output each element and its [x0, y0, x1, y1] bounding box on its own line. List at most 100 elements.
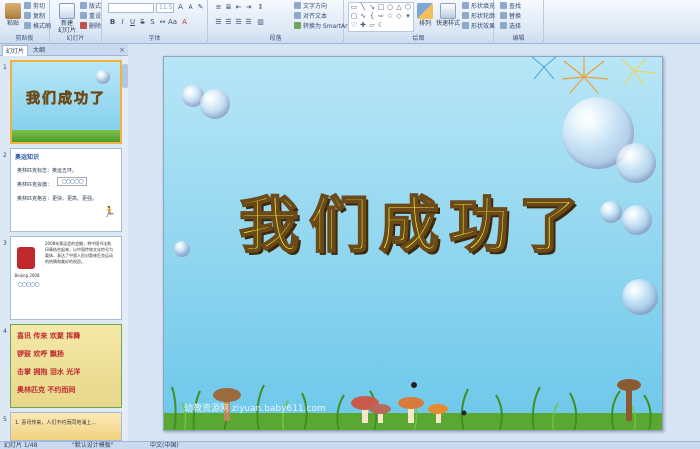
rectangle-shape-icon[interactable]: □	[377, 4, 385, 11]
tab-slides[interactable]: 幻灯片	[2, 45, 29, 56]
tab-outline[interactable]: 大纲	[30, 45, 48, 56]
brace-shape-icon[interactable]: {	[368, 13, 376, 20]
pane-scrollbar[interactable]	[122, 56, 128, 441]
slides-label: 幻灯片	[66, 35, 85, 42]
current-slide[interactable]: 我们成功了 幼教资源网 ziyuan.baby611.com	[163, 56, 663, 431]
align-right-button[interactable]: ☰	[234, 18, 243, 27]
align-text-button[interactable]: 对齐文本	[294, 12, 327, 21]
paragraph-label: 段落	[269, 35, 282, 42]
thumb-line: 奥林匹克标志：奥运五环。	[17, 168, 78, 174]
clear-format-button[interactable]: ✎	[196, 3, 205, 12]
shapes-gallery[interactable]: ▭ ╲ ↘ □ ○ △ ⬡ ▢ ∿ { ⇨ ☆ ◇ ▾ ♡ ✚ ▱ ☾	[348, 2, 414, 32]
increase-indent-button[interactable]: ⇥	[244, 3, 253, 12]
line-spacing-button[interactable]: ↕	[256, 3, 265, 12]
slide-thumbnail-2[interactable]: 奥运知识 奥林匹克标志：奥运五环。 奥林匹克会旗： ○○○○○ 奥林匹克格言：更…	[10, 148, 122, 232]
arrow-shape-icon[interactable]: ↘	[368, 4, 376, 11]
bold-button[interactable]: B	[108, 18, 117, 27]
scissors-icon	[24, 2, 31, 9]
align-left-button[interactable]: ☰	[214, 18, 223, 27]
rounded-rect-shape-icon[interactable]: ▢	[350, 13, 358, 20]
bullets-button[interactable]: ≡	[214, 3, 223, 12]
cursor-icon	[500, 22, 507, 29]
cut-button[interactable]: 剪切	[24, 2, 45, 11]
paste-icon	[5, 3, 21, 19]
shape-fill-button[interactable]: 形状填充	[462, 2, 495, 11]
star-shape-icon[interactable]: ☆	[386, 13, 394, 20]
paste-button[interactable]: 粘贴	[2, 3, 24, 33]
strikethrough-button[interactable]: S	[138, 18, 147, 27]
shrink-font-button[interactable]: A	[186, 3, 195, 12]
text-direction-button[interactable]: 文字方向	[294, 2, 327, 11]
thumb-bubble	[96, 70, 110, 84]
numbering-button[interactable]: ≣	[224, 3, 233, 12]
cross-shape-icon[interactable]: ✚	[359, 22, 367, 29]
font-name-combo[interactable]	[108, 3, 154, 13]
triangle-shape-icon[interactable]: △	[395, 4, 403, 11]
slide-editor: 我们成功了 幼教资源网 ziyuan.baby611.com	[129, 44, 700, 441]
columns-button[interactable]: ▥	[256, 18, 265, 27]
heart-shape-icon[interactable]: ♡	[350, 22, 358, 29]
slides-group: 新建 幻灯片 版式 重设 删除 幻灯片	[50, 0, 102, 44]
decrease-indent-button[interactable]: ⇤	[234, 3, 243, 12]
callout-shape-icon[interactable]: ▱	[368, 22, 376, 29]
replace-icon	[500, 12, 507, 19]
underline-button[interactable]: U	[128, 18, 137, 27]
thumb-text: 1. 喜讯传来，人们不约而同地涌上...	[15, 420, 97, 426]
delete-slide-button[interactable]: 删除	[80, 22, 101, 31]
close-icon[interactable]: ×	[119, 45, 125, 55]
quick-styles-button[interactable]: 快速样式	[436, 3, 460, 33]
shape-effects-button[interactable]: 形状效果	[462, 22, 495, 31]
slide-thumbnail-5[interactable]: 1. 喜讯传来，人们不约而同地涌上...	[10, 412, 122, 441]
quick-styles-icon	[440, 3, 456, 19]
font-color-button[interactable]: A	[180, 18, 189, 27]
thumb-number: 5	[3, 416, 7, 423]
slide-thumbnail-3[interactable]: Beijing 2008 ○○○○○ 2008年奥运会的会徽，将中国书法和印章结…	[10, 236, 122, 320]
runner-icon: 🏃	[103, 207, 116, 218]
arrange-button[interactable]: 排列	[414, 3, 436, 33]
new-slide-icon	[59, 3, 75, 19]
curve-shape-icon[interactable]: ∿	[359, 13, 367, 20]
line-shape-icon[interactable]: ╲	[359, 4, 367, 11]
scrollbar-thumb[interactable]	[122, 64, 128, 88]
replace-button[interactable]: 替换	[500, 12, 521, 21]
change-case-button[interactable]: Aa	[168, 18, 177, 27]
new-slide-button[interactable]: 新建 幻灯片	[56, 3, 78, 34]
slide-thumbnail-1[interactable]: 我们成功了	[10, 60, 122, 144]
more-shapes-icon[interactable]: ▾	[404, 13, 412, 20]
shape-outline-button[interactable]: 形状轮廓	[462, 12, 495, 21]
align-text-icon	[294, 12, 301, 19]
copy-button[interactable]: 复制	[24, 12, 45, 21]
font-size-combo[interactable]: 11.5	[156, 3, 174, 13]
thumb-title: 我们成功了	[26, 91, 106, 108]
align-center-button[interactable]: ☰	[224, 18, 233, 27]
thumb-line: 奥林匹克会旗：	[17, 182, 53, 188]
slide-thumbnail-4[interactable]: 喜讯 传来 欢聚 挥舞 锣鼓 欢呼 飘扬 击掌 拥抱 泪水 光洋 奥林匹克 不约…	[10, 324, 122, 408]
right-arrow-shape-icon[interactable]: ⇨	[377, 13, 385, 20]
format-painter-button[interactable]: 格式刷	[24, 22, 51, 31]
justify-button[interactable]: ☰	[244, 18, 253, 27]
shadow-button[interactable]: S	[148, 18, 157, 27]
watermark-text: 幼教资源网 ziyuan.baby611.com	[184, 404, 326, 414]
spacing-button[interactable]: ↔	[158, 18, 167, 27]
diamond-shape-icon[interactable]: ◇	[395, 13, 403, 20]
textbox-shape-icon[interactable]: ▭	[350, 4, 358, 11]
drawing-group: ▭ ╲ ↘ □ ○ △ ⬡ ▢ ∿ { ⇨ ☆ ◇ ▾ ♡ ✚ ▱ ☾ 排列 快…	[344, 0, 495, 44]
layout-button[interactable]: 版式	[80, 2, 101, 11]
ribbon: 粘贴 剪切 复制 格式刷 剪贴板 新建 幻灯片 版式 重设 删除 幻灯片 11.…	[0, 0, 700, 44]
smartart-button[interactable]: 转换为 SmartArt	[294, 22, 350, 31]
thumb-number: 3	[3, 240, 7, 247]
pane-tabs: 幻灯片 大纲 ×	[0, 44, 128, 56]
italic-button[interactable]: I	[118, 18, 127, 27]
moon-shape-icon[interactable]: ☾	[377, 22, 385, 29]
oval-shape-icon[interactable]: ○	[386, 4, 394, 11]
thumb-number: 4	[3, 328, 7, 335]
select-button[interactable]: 选择	[500, 22, 521, 31]
clipboard-group: 粘贴 剪切 复制 格式刷 剪贴板	[0, 0, 51, 44]
reset-button[interactable]: 重设	[80, 12, 101, 21]
find-button[interactable]: 查找	[500, 2, 521, 11]
slide-title[interactable]: 我们成功了	[164, 177, 662, 264]
language-indicator[interactable]: 中文(中国)	[150, 442, 179, 449]
hexagon-shape-icon[interactable]: ⬡	[404, 4, 412, 11]
grow-font-button[interactable]: A	[176, 3, 185, 12]
thumb-number: 1	[3, 64, 7, 71]
